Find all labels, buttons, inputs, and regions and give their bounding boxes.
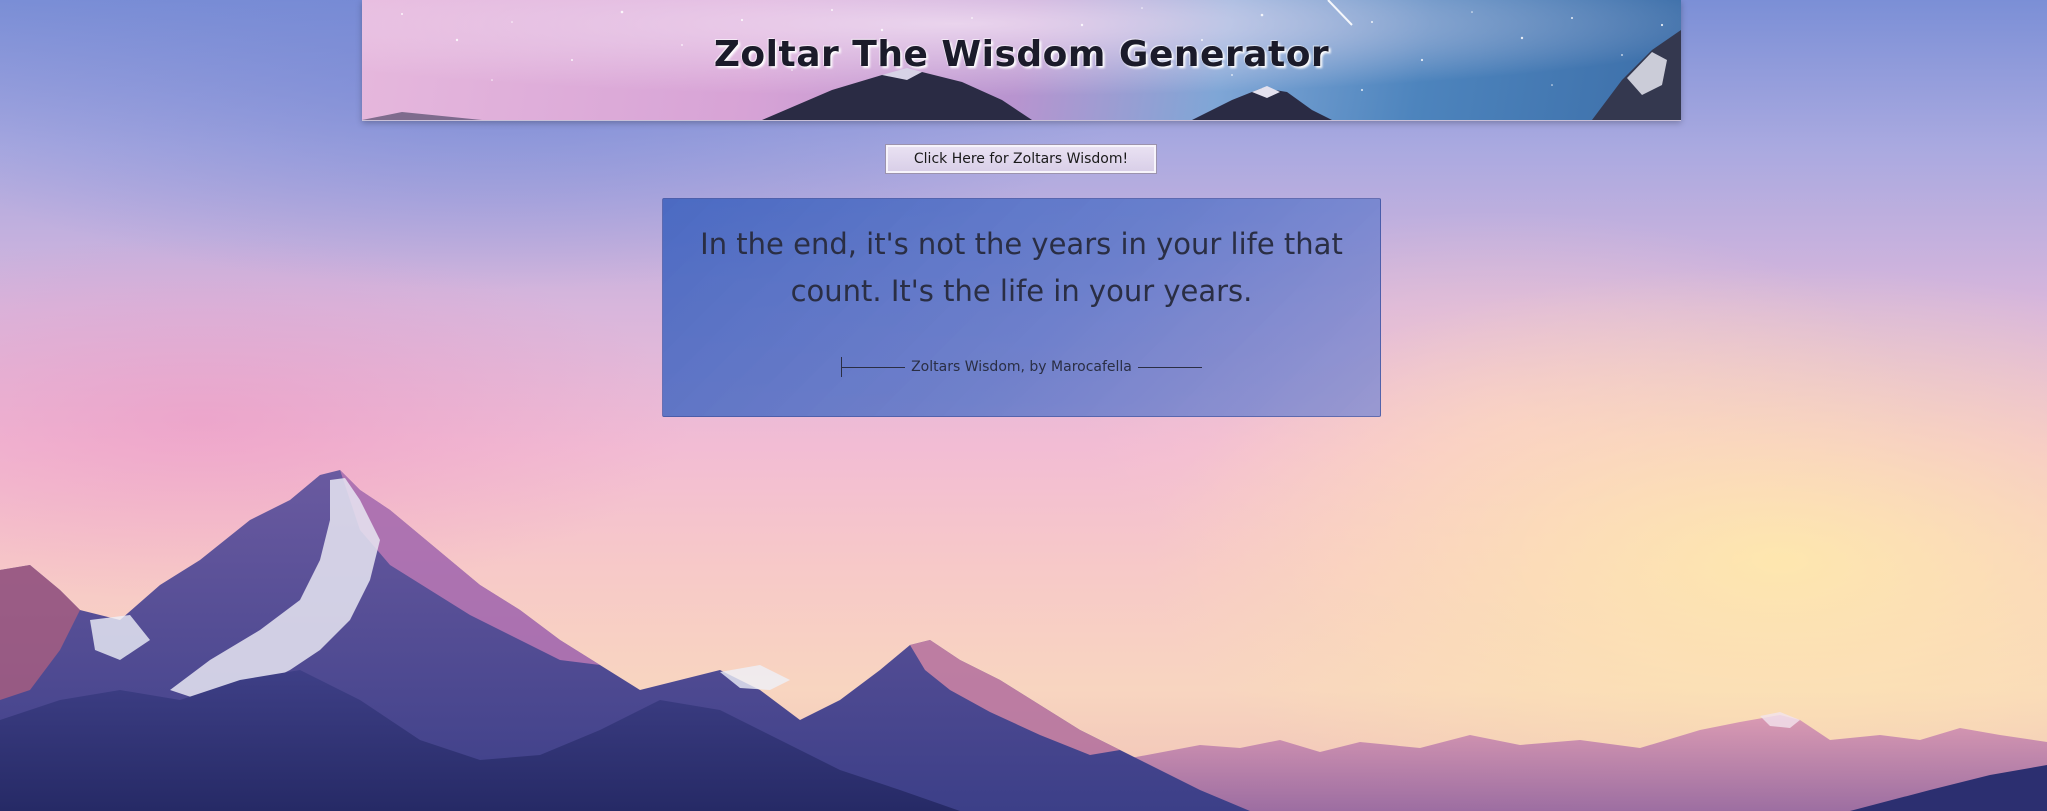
get-wisdom-button[interactable]: Click Here for Zoltars Wisdom!	[885, 144, 1157, 174]
attribution-text: Zoltars Wisdom, by Marocafella	[911, 359, 1132, 375]
header-banner: Zoltar The Wisdom Generator	[362, 0, 1681, 121]
attribution-divider-right	[1137, 366, 1202, 368]
quote-attribution: Zoltars Wisdom, by Marocafella	[663, 356, 1380, 377]
quote-card: In the end, it's not the years in your l…	[662, 198, 1381, 417]
page-title: Zoltar The Wisdom Generator	[713, 34, 1330, 75]
attribution-divider-left	[841, 356, 906, 377]
quote-text: In the end, it's not the years in your l…	[700, 227, 1343, 308]
